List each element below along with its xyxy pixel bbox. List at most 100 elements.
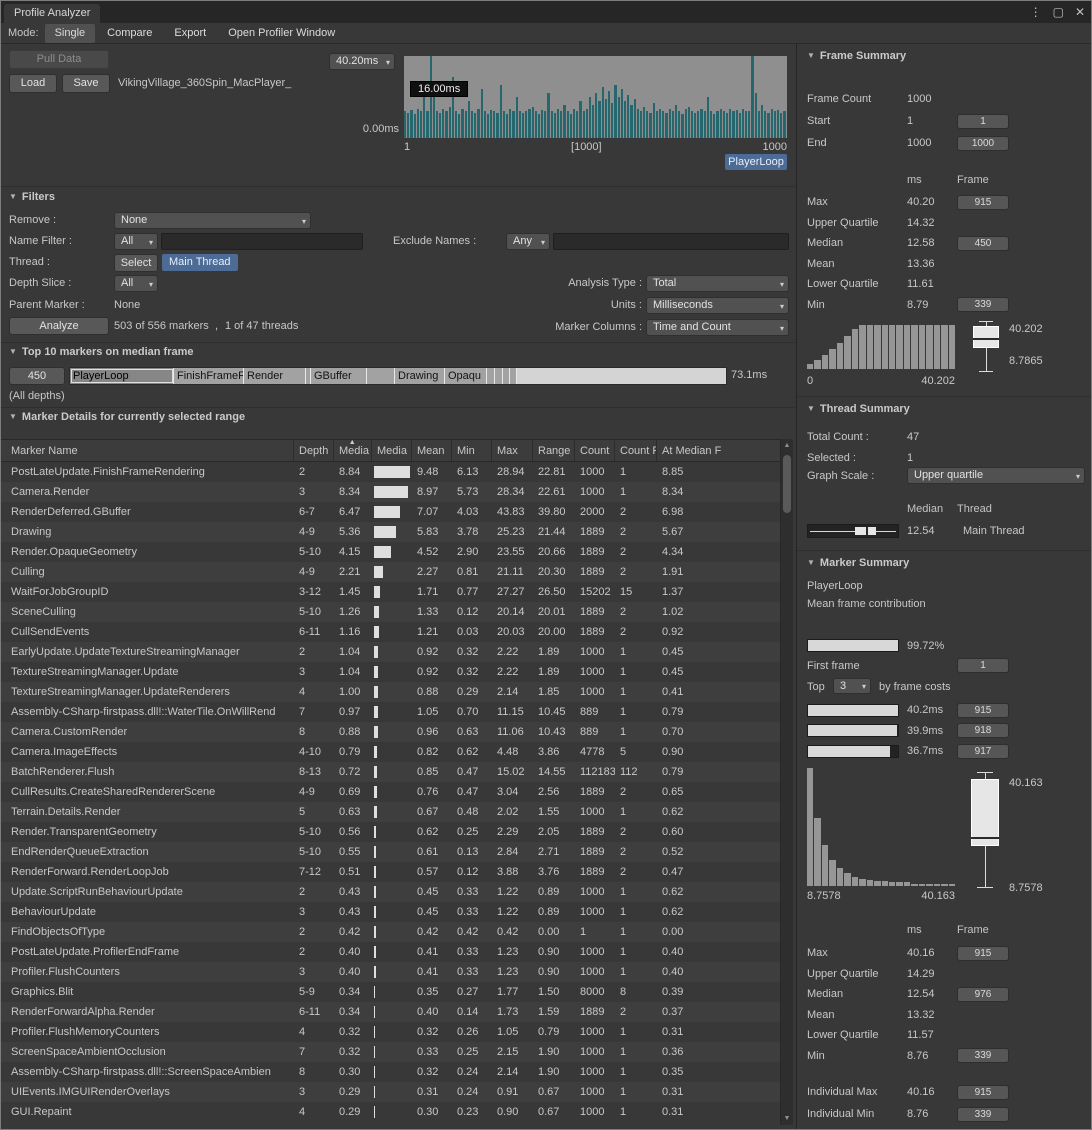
column-header-min[interactable]: Min: [452, 440, 492, 461]
top10-segment[interactable]: Drawing: [395, 368, 445, 384]
table-row[interactable]: RenderDeferred.GBuffer6-76.477.074.0343.…: [1, 502, 780, 522]
table-row[interactable]: Drawing4-95.365.833.7825.2321.44188925.6…: [1, 522, 780, 542]
top10-segment[interactable]: [495, 368, 503, 384]
table-scrollbar[interactable]: ▲ ▼: [780, 439, 793, 1125]
top10-segment[interactable]: [367, 368, 395, 384]
column-header-mean[interactable]: Mean: [412, 440, 452, 461]
frame-link-button[interactable]: 339: [957, 297, 1009, 312]
table-row[interactable]: Assembly-CSharp-firstpass.dll!::ScreenSp…: [1, 1062, 780, 1082]
frame-link-button[interactable]: 976: [957, 987, 1009, 1002]
table-row[interactable]: BatchRenderer.Flush8-130.720.850.4715.02…: [1, 762, 780, 782]
pull-data-button[interactable]: Pull Data: [9, 50, 109, 69]
table-row[interactable]: Camera.Render38.348.975.7328.3422.611000…: [1, 482, 780, 502]
frame-link-button[interactable]: 450: [957, 236, 1009, 251]
load-button[interactable]: Load: [9, 74, 57, 93]
top10-segment[interactable]: GBuffer: [311, 368, 367, 384]
mode-compare-button[interactable]: Compare: [97, 24, 162, 43]
thread-filter-chip[interactable]: Main Thread: [162, 254, 238, 271]
table-row[interactable]: TextureStreamingManager.Update31.040.920…: [1, 662, 780, 682]
table-row[interactable]: Assembly-CSharp-firstpass.dll!::WaterTil…: [1, 702, 780, 722]
table-row[interactable]: BehaviourUpdate30.430.450.331.220.891000…: [1, 902, 780, 922]
frame-link-button[interactable]: 339: [957, 1107, 1009, 1122]
top10-segment[interactable]: [487, 368, 495, 384]
table-row[interactable]: SceneCulling5-101.261.330.1220.1420.0118…: [1, 602, 780, 622]
column-header-marker-name[interactable]: Marker Name: [1, 440, 294, 461]
table-row[interactable]: CullSendEvents6-111.161.210.0320.0320.00…: [1, 622, 780, 642]
table-row[interactable]: Camera.ImageEffects4-100.790.820.624.483…: [1, 742, 780, 762]
top10-section-header[interactable]: ▼Top 10 markers on median frame: [9, 346, 194, 358]
name-filter-input[interactable]: [161, 233, 363, 250]
frame-link-button[interactable]: 917: [957, 744, 1009, 759]
frame-link-button[interactable]: 915: [957, 195, 1009, 210]
table-row[interactable]: Graphics.Blit5-90.340.350.271.771.508000…: [1, 982, 780, 1002]
exclude-names-input[interactable]: [553, 233, 789, 250]
column-header-median[interactable]: ▲Media: [334, 440, 372, 461]
open-profiler-window-button[interactable]: Open Profiler Window: [218, 24, 345, 43]
top-count-dropdown[interactable]: 3 ▾: [833, 678, 871, 694]
frame-link-button[interactable]: 915: [957, 703, 1009, 718]
table-row[interactable]: EarlyUpdate.UpdateTextureStreamingManage…: [1, 642, 780, 662]
table-row[interactable]: WaitForJobGroupID3-121.451.710.7727.2726…: [1, 582, 780, 602]
mode-single-button[interactable]: Single: [45, 24, 96, 43]
table-row[interactable]: Render.OpaqueGeometry5-104.154.522.9023.…: [1, 542, 780, 562]
table-row[interactable]: TextureStreamingManager.UpdateRenderers4…: [1, 682, 780, 702]
name-filter-scope-dropdown[interactable]: All ▾: [114, 233, 158, 250]
top10-segment[interactable]: Render: [244, 368, 306, 384]
close-icon[interactable]: ✕: [1075, 5, 1085, 19]
frame-range-dropdown[interactable]: 40.20ms ▾: [329, 53, 395, 70]
table-row[interactable]: FindObjectsOfType20.420.420.420.420.0011…: [1, 922, 780, 942]
thread-summary-header[interactable]: ▼Thread Summary: [807, 403, 910, 415]
frame-link-button[interactable]: 1: [957, 658, 1009, 673]
filters-section-header[interactable]: ▼Filters: [9, 191, 55, 203]
kebab-menu-icon[interactable]: ⋮: [1030, 5, 1042, 19]
table-row[interactable]: Update.ScriptRunBehaviourUpdate20.430.45…: [1, 882, 780, 902]
chart-legend-playerloop[interactable]: PlayerLoop: [725, 154, 787, 170]
frame-link-button[interactable]: 1000: [957, 136, 1009, 151]
table-row[interactable]: Terrain.Details.Render50.630.670.482.021…: [1, 802, 780, 822]
thread-select-button[interactable]: Select: [114, 254, 158, 272]
top10-segment[interactable]: PlayerLoop: [70, 368, 174, 384]
save-button[interactable]: Save: [62, 74, 110, 93]
tab-profile-analyzer[interactable]: Profile Analyzer: [4, 4, 100, 23]
frame-link-button[interactable]: 1: [957, 114, 1009, 129]
depth-slice-dropdown[interactable]: All ▾: [114, 275, 158, 292]
table-row[interactable]: ScreenSpaceAmbientOcclusion70.320.330.25…: [1, 1042, 780, 1062]
top10-segment[interactable]: [510, 368, 517, 384]
frame-link-button[interactable]: 918: [957, 723, 1009, 738]
table-row[interactable]: Culling4-92.212.270.8121.1120.30188921.9…: [1, 562, 780, 582]
scroll-up-icon[interactable]: ▲: [781, 442, 793, 449]
frame-time-chart[interactable]: 16.00ms: [404, 56, 787, 138]
top10-bar[interactable]: PlayerLoopFinishFrameRRender GBuffer Drawi…: [69, 367, 727, 385]
analysis-type-dropdown[interactable]: Total ▾: [646, 275, 789, 292]
frame-summary-header[interactable]: ▼Frame Summary: [807, 50, 906, 62]
column-header-count[interactable]: Count: [575, 440, 615, 461]
maximize-icon[interactable]: ▢: [1053, 5, 1064, 19]
column-header-at-median[interactable]: At Median F: [657, 440, 780, 461]
column-header-depth[interactable]: Depth: [294, 440, 334, 461]
table-row[interactable]: CullResults.CreateSharedRendererScene4-9…: [1, 782, 780, 802]
thread-row[interactable]: 12.54 Main Thread: [797, 522, 1092, 542]
frame-link-button[interactable]: 339: [957, 1048, 1009, 1063]
frame-link-button[interactable]: 915: [957, 946, 1009, 961]
column-header-count-frame[interactable]: Count Fra: [615, 440, 657, 461]
table-row[interactable]: Camera.CustomRender80.880.960.6311.0610.…: [1, 722, 780, 742]
marker-summary-header[interactable]: ▼Marker Summary: [807, 557, 909, 569]
analyze-button[interactable]: Analyze: [9, 317, 109, 335]
export-button[interactable]: Export: [164, 24, 216, 43]
scrollbar-thumb[interactable]: [783, 455, 791, 513]
frame-link-button[interactable]: 915: [957, 1085, 1009, 1100]
graph-scale-dropdown[interactable]: Upper quartile ▾: [907, 467, 1085, 484]
table-row[interactable]: PostLateUpdate.ProfilerEndFrame20.400.41…: [1, 942, 780, 962]
column-header-max[interactable]: Max: [492, 440, 533, 461]
marker-columns-dropdown[interactable]: Time and Count ▾: [646, 319, 789, 336]
table-row[interactable]: UIEvents.IMGUIRenderOverlays30.290.310.2…: [1, 1082, 780, 1102]
top10-segment[interactable]: FinishFrameR: [174, 368, 244, 384]
marker-details-section-header[interactable]: ▼Marker Details for currently selected r…: [9, 411, 245, 423]
top10-segment[interactable]: Opaqu: [445, 368, 487, 384]
column-header-range[interactable]: Range: [533, 440, 575, 461]
units-dropdown[interactable]: Milliseconds ▾: [646, 297, 789, 314]
top10-frame-button[interactable]: 450: [9, 367, 65, 385]
top10-segment[interactable]: [503, 368, 510, 384]
table-row[interactable]: Profiler.FlushCounters30.400.410.331.230…: [1, 962, 780, 982]
table-row[interactable]: GUI.Repaint40.290.300.230.900.67100010.3…: [1, 1102, 780, 1122]
